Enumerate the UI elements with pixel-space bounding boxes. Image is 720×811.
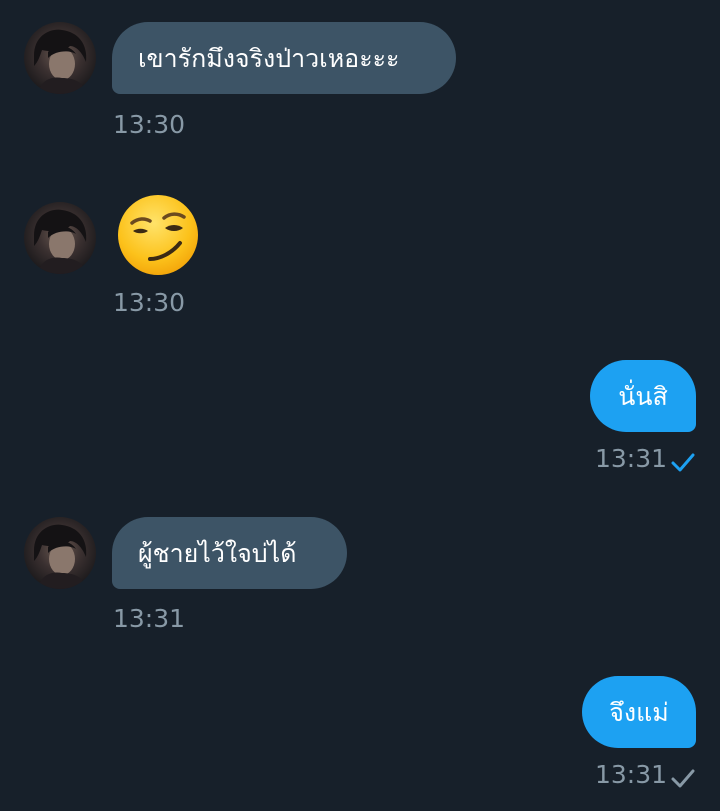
- check-icon: [671, 769, 695, 788]
- message-text: เขารักมึงจริงป่าวเหอะะะ: [138, 43, 400, 73]
- message-text: ผู้ชายไว้ใจบ่ได้: [138, 538, 297, 568]
- message-text: จึงแม่: [609, 697, 669, 727]
- message-bubble-incoming[interactable]: ผู้ชายไว้ใจบ่ได้: [112, 517, 347, 589]
- message-bubble-incoming[interactable]: เขารักมึงจริงป่าวเหอะะะ: [112, 22, 456, 94]
- contact-avatar[interactable]: [24, 22, 96, 94]
- smirking-face-icon[interactable]: [116, 193, 200, 277]
- contact-avatar[interactable]: [24, 202, 96, 274]
- message-timestamp: 13:31: [595, 444, 668, 473]
- message-bubble-outgoing[interactable]: จึงแม่: [582, 676, 696, 748]
- message-timestamp: 13:30: [113, 288, 186, 317]
- message-timestamp: 13:30: [113, 110, 186, 139]
- contact-avatar[interactable]: [24, 517, 96, 589]
- message-text: นั่นสิ: [618, 381, 668, 411]
- message-timestamp: 13:31: [113, 604, 186, 633]
- message-bubble-outgoing[interactable]: นั่นสิ: [590, 360, 696, 432]
- check-icon: [671, 453, 695, 472]
- message-timestamp: 13:31: [595, 760, 668, 789]
